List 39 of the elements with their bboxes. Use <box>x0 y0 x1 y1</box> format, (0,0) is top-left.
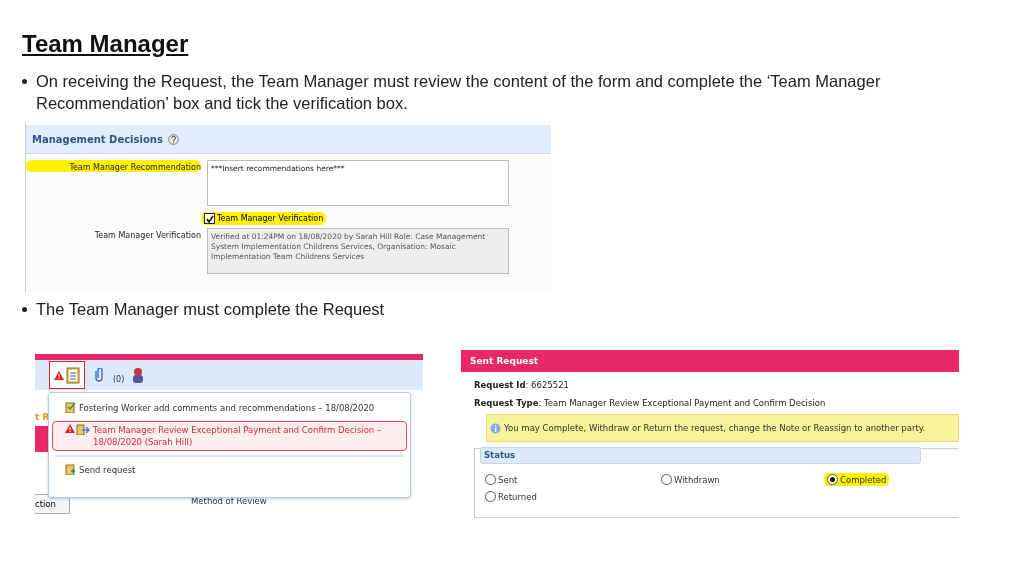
radio-button[interactable] <box>827 474 838 485</box>
radio-option[interactable]: Withdrawn <box>658 473 723 486</box>
bullet-icon <box>22 79 27 84</box>
clipboard-icon <box>66 366 80 384</box>
clipboard-plus-icon <box>65 464 76 475</box>
bullet-text: The Team Manager must complete the Request <box>36 299 385 320</box>
panel-header: Sent Request <box>461 350 959 372</box>
info-icon <box>490 422 501 434</box>
field-text: Request Type: Team Manager Review Exceptional Payment and Confirm Decision <box>474 398 827 408</box>
bullet-icon <box>22 307 27 312</box>
radio-button[interactable] <box>661 474 672 485</box>
menu-item[interactable]: Send request <box>52 461 407 479</box>
checkbox-label[interactable]: Team Manager Verification <box>201 212 327 225</box>
panel-title: Management Decisions <box>32 133 163 145</box>
slide-title: Team Manager <box>22 30 189 58</box>
tab-strip <box>35 426 49 452</box>
radio-option[interactable]: Returned <box>482 490 540 503</box>
bullet-text: On receiving the Request, the Team Manager must review the content of the form and complete the ‘Team Manager Recommendation’ box and tick the verification box. <box>36 71 882 114</box>
radio-option[interactable]: Sent <box>482 473 521 486</box>
person-icon <box>132 367 145 383</box>
menu-item[interactable]: Fostering Worker add comments and recommendations – 18/08/2020 <box>52 399 407 417</box>
radio-button[interactable] <box>485 491 496 502</box>
field-text: Request Id: 6625521 <box>474 380 570 390</box>
status-heading: Status <box>480 447 921 464</box>
field-label: Team Manager Recommendation <box>26 160 201 172</box>
warning-icon <box>54 370 64 380</box>
clipboard-check-icon <box>65 402 76 413</box>
clipboard-arrow-icon <box>76 424 90 435</box>
paperclip-icon <box>93 368 105 382</box>
radio-option[interactable]: Completed <box>824 473 890 486</box>
field-label: Team Manager Verification <box>93 230 201 240</box>
checkbox[interactable] <box>204 213 215 224</box>
requests-button[interactable] <box>49 361 85 389</box>
radio-button[interactable] <box>485 474 496 485</box>
help-icon <box>167 133 179 145</box>
menu-item[interactable]: Team Manager Review Exceptional Payment and Confirm Decision – 18/08/2020 (Sarah Hill) <box>52 421 407 451</box>
warning-icon <box>65 424 75 433</box>
attachment-count: (0) <box>113 374 125 384</box>
info-text: You may Complete, Withdraw or Return the request, change the Note or Reassign to another party. <box>504 423 926 433</box>
